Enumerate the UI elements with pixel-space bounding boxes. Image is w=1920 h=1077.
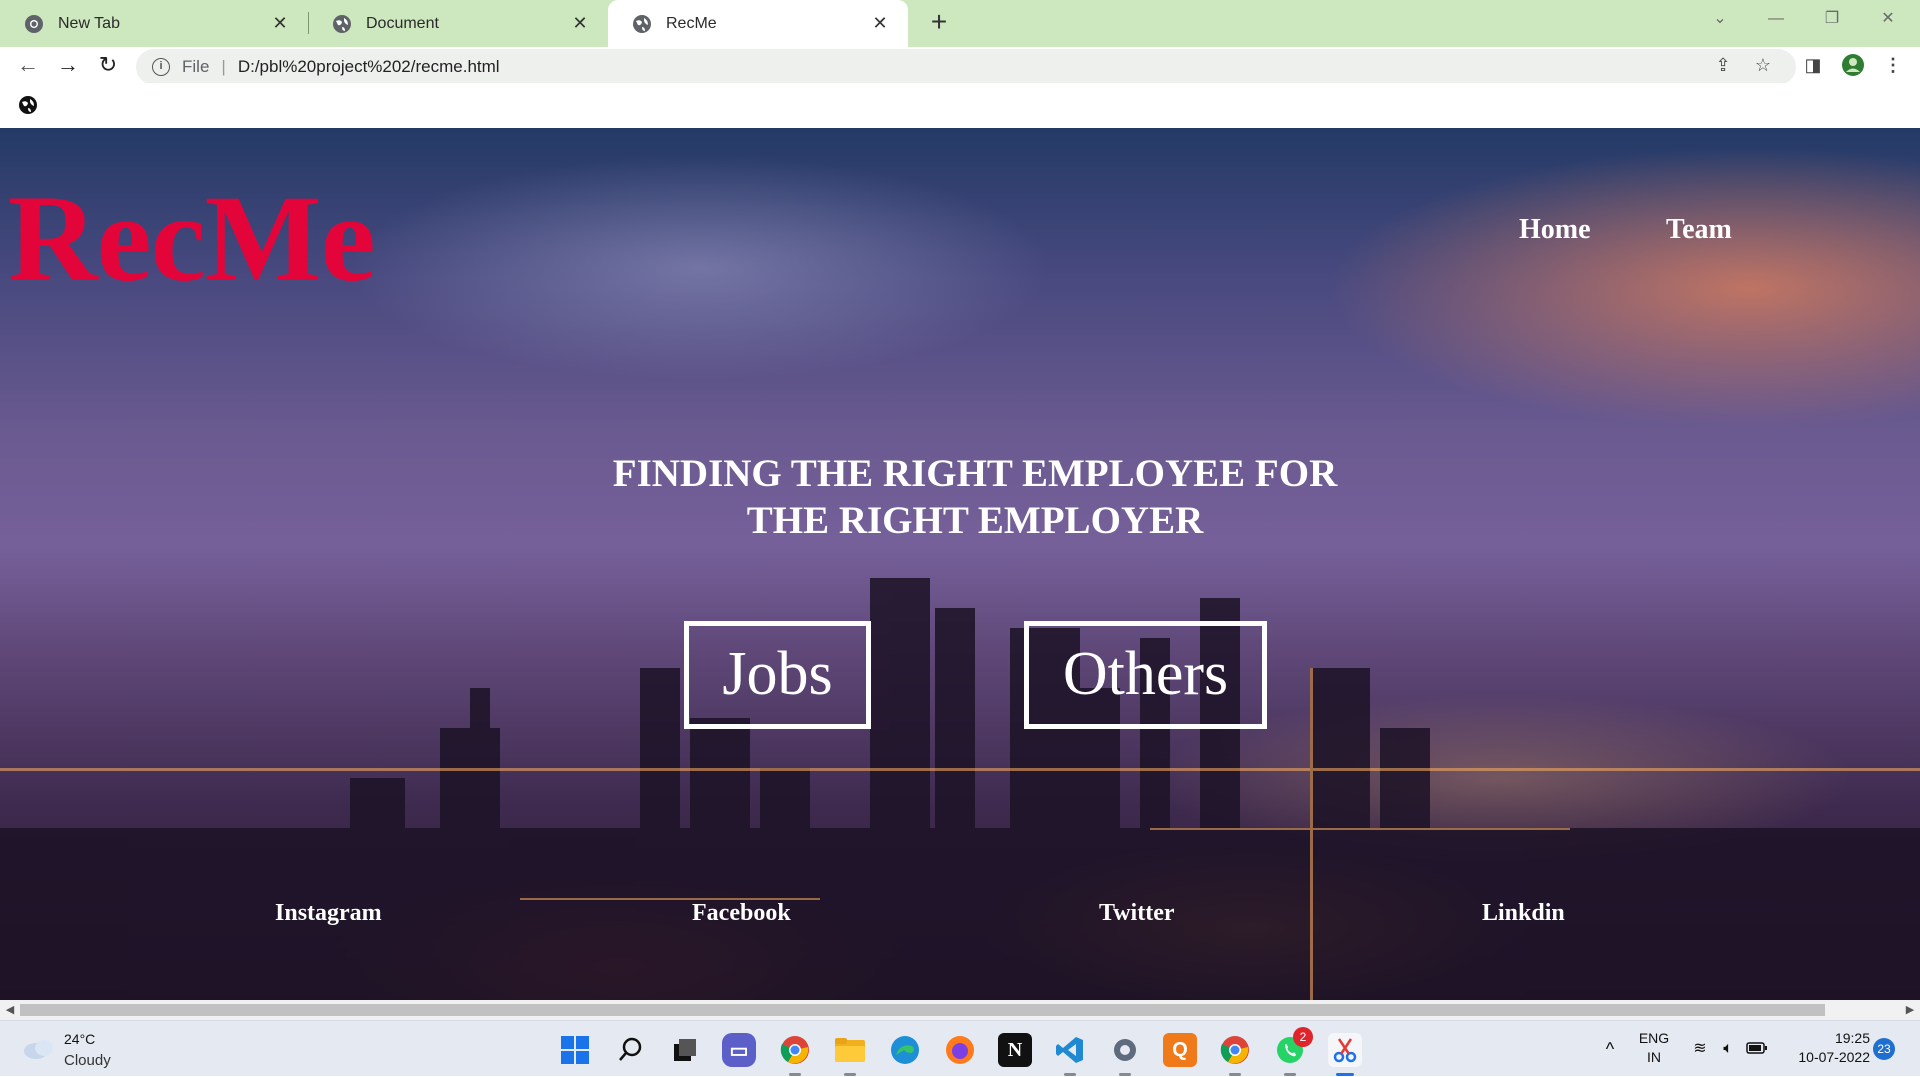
close-icon[interactable]: ✕ — [266, 13, 294, 34]
share-icon[interactable]: ⇪ — [1708, 47, 1738, 83]
language-indicator[interactable]: ENG IN — [1636, 1021, 1672, 1077]
chevron-up-icon[interactable]: ^ — [1598, 1021, 1622, 1077]
tab-title: Document — [366, 14, 439, 32]
taskbar: 24°C Cloudy ▭ N Q 2 ^ ENG IN ≋ 🔈︎ 19:25 … — [0, 1020, 1920, 1076]
bookmarks-bar — [0, 83, 1920, 128]
profile-avatar-icon[interactable] — [1838, 47, 1868, 83]
horizontal-scrollbar[interactable]: ◀ ▶ — [0, 1000, 1920, 1020]
new-tab-button[interactable]: + — [922, 6, 956, 40]
back-button[interactable]: ← — [10, 47, 46, 83]
jobs-button[interactable]: Jobs — [684, 621, 871, 729]
task-view-icon[interactable] — [668, 1033, 702, 1067]
menu-icon[interactable]: ⋮ — [1878, 47, 1908, 83]
headline-line-2: THE RIGHT EMPLOYER — [746, 499, 1204, 542]
wifi-icon[interactable]: ≋ — [1688, 1021, 1712, 1077]
region-label: IN — [1647, 1049, 1661, 1065]
reload-button[interactable]: ↻ — [90, 47, 126, 83]
volume-icon[interactable]: 🔈︎ — [1716, 1021, 1740, 1077]
scrollbar-thumb[interactable] — [20, 1004, 1825, 1016]
vscode-icon[interactable] — [1053, 1033, 1087, 1076]
tab-document[interactable]: Document ✕ — [308, 0, 608, 47]
forward-button[interactable]: → — [50, 47, 86, 83]
globe-icon — [633, 14, 651, 33]
linkdin-link[interactable]: Linkdin — [1482, 900, 1565, 927]
start-icon[interactable] — [558, 1033, 592, 1067]
language-label: ENG — [1638, 1030, 1670, 1046]
browser-toolbar: ← → ↻ i File | D:/pbl%20project%202/recm… — [0, 47, 1920, 85]
side-panel-icon[interactable]: ◨ — [1798, 47, 1828, 83]
qbittorrent-icon[interactable]: Q — [1163, 1033, 1197, 1067]
scheme-label: File — [182, 57, 210, 76]
edge-icon[interactable] — [888, 1033, 922, 1067]
close-window-button[interactable]: ✕ — [1860, 0, 1916, 38]
tab-search-icon[interactable]: ⌄ — [1692, 0, 1748, 38]
whatsapp-icon[interactable]: 2 — [1273, 1027, 1313, 1076]
url-text: D:/pbl%20project%202/recme.html — [237, 57, 500, 76]
address-bar[interactable]: i File | D:/pbl%20project%202/recme.html — [136, 49, 1796, 85]
instagram-link[interactable]: Instagram — [275, 900, 382, 927]
time-label: 19:25 — [1834, 1030, 1870, 1046]
chat-icon[interactable]: ▭ — [722, 1033, 756, 1067]
headline-line-1: FINDING THE RIGHT EMPLOYEE FOR — [612, 452, 1338, 495]
nav-team-link[interactable]: Team — [1666, 214, 1732, 246]
chrome-icon[interactable] — [778, 1033, 812, 1076]
battery-icon[interactable] — [1744, 1021, 1770, 1077]
notification-badge: 2 — [1293, 1027, 1313, 1047]
scroll-left-icon[interactable]: ◀ — [0, 1000, 20, 1020]
tab-recme[interactable]: RecMe ✕ — [608, 0, 908, 47]
twitter-link[interactable]: Twitter — [1099, 900, 1175, 927]
chrome-profile-icon[interactable] — [1218, 1033, 1252, 1076]
settings-icon[interactable] — [1108, 1033, 1142, 1076]
firefox-icon[interactable] — [943, 1033, 977, 1067]
globe-icon — [333, 14, 351, 33]
notion-icon[interactable]: N — [998, 1033, 1032, 1067]
clock[interactable]: 19:25 10-07-2022 — [1780, 1021, 1870, 1077]
minimize-button[interactable]: — — [1748, 0, 1804, 38]
globe-icon[interactable] — [18, 95, 38, 115]
notification-count-badge[interactable]: 23 — [1873, 1038, 1895, 1060]
star-icon[interactable]: ☆ — [1748, 47, 1778, 83]
snipping-tool-icon[interactable] — [1328, 1033, 1362, 1076]
tab-title: New Tab — [58, 14, 120, 32]
scroll-right-icon[interactable]: ▶ — [1900, 1000, 1920, 1020]
tab-new-tab[interactable]: New Tab ✕ — [0, 0, 308, 47]
tab-strip: New Tab ✕ Document ✕ RecMe ✕ + ⌄ — ❐ ✕ — [0, 0, 1920, 47]
divider: | — [221, 57, 226, 76]
weather-temperature[interactable]: 24°C — [64, 1031, 95, 1047]
close-icon[interactable]: ✕ — [566, 13, 594, 34]
chrome-icon — [25, 14, 43, 33]
hero-headline: FINDING THE RIGHT EMPLOYEE FOR THE RIGHT… — [0, 450, 1920, 544]
restore-button[interactable]: ❐ — [1804, 0, 1860, 38]
hero-section: RecMe Home Team FINDING THE RIGHT EMPLOY… — [0, 128, 1920, 1000]
facebook-link[interactable]: Facebook — [692, 900, 791, 927]
tab-title: RecMe — [666, 14, 717, 32]
nav-home-link[interactable]: Home — [1519, 214, 1591, 246]
others-button[interactable]: Others — [1024, 621, 1267, 729]
search-icon[interactable] — [614, 1033, 648, 1067]
weather-condition[interactable]: Cloudy — [64, 1052, 111, 1069]
cloud-icon[interactable] — [22, 1035, 56, 1061]
info-icon[interactable]: i — [152, 58, 170, 76]
close-icon[interactable]: ✕ — [866, 13, 894, 34]
brand-logo[interactable]: RecMe — [8, 168, 376, 310]
date-label: 10-07-2022 — [1798, 1049, 1870, 1065]
file-explorer-icon[interactable] — [833, 1033, 867, 1076]
